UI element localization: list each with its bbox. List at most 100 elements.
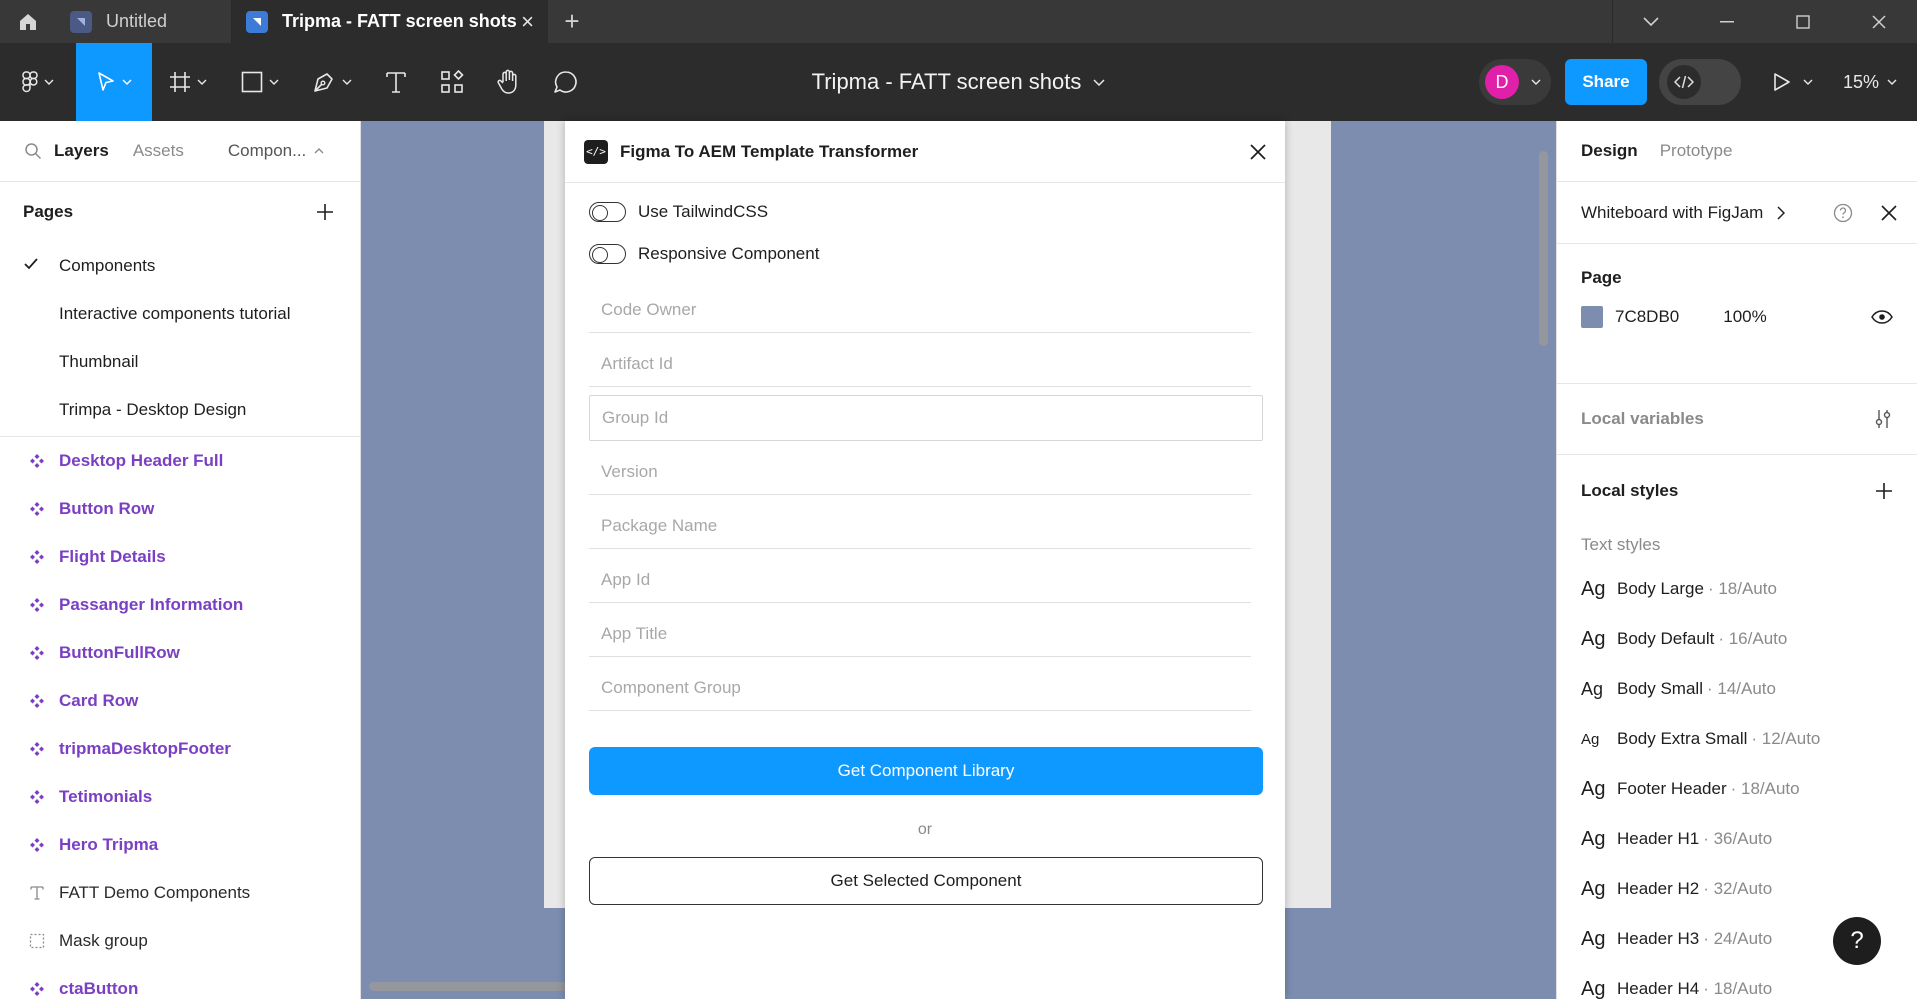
text-style-item[interactable]: Ag Header H2 · 32/Auto [1557,864,1917,914]
minimize-button[interactable] [1689,0,1765,43]
get-selected-component-button[interactable]: Get Selected Component [589,857,1263,905]
tab-untitled[interactable]: Untitled [56,0,232,43]
text-style-item[interactable]: Ag Body Small · 14/Auto [1557,664,1917,714]
help-circle-icon[interactable] [1833,203,1853,223]
component-icon [27,741,47,757]
version-field[interactable]: Version [589,449,1251,495]
eye-icon[interactable] [1871,310,1893,324]
chevron-down-icon[interactable] [1093,78,1105,86]
tailwind-toggle-row[interactable]: Use TailwindCSS [565,191,1285,233]
figma-file-icon [70,10,92,33]
help-button[interactable]: ? [1833,917,1881,965]
component-group-field[interactable]: Component Group [589,665,1251,711]
close-icon[interactable] [1249,143,1267,161]
tab-prototype[interactable]: Prototype [1660,141,1733,161]
page-section-title: Page [1581,268,1622,287]
get-component-library-button[interactable]: Get Component Library [589,747,1263,795]
group-id-field[interactable]: Group Id [589,395,1263,441]
resources-tool-button[interactable] [424,43,480,121]
package-name-field[interactable]: Package Name [589,503,1251,549]
window-close-button[interactable] [1841,0,1917,43]
layer-item[interactable]: Desktop Header Full [0,437,360,485]
layer-item[interactable]: Passanger Information [0,581,360,629]
text-style-preview: Ag [1581,927,1606,950]
page-item-interactive-components-tutorial[interactable]: Interactive components tutorial [0,290,360,338]
maximize-button[interactable] [1765,0,1841,43]
figjam-banner[interactable]: Whiteboard with FigJam [1557,182,1917,244]
mask-icon [27,933,47,949]
tailwind-toggle[interactable] [589,202,626,222]
tabs-dropdown-button[interactable] [1613,0,1689,43]
page-color-swatch[interactable] [1581,306,1603,328]
layer-item[interactable]: Button Row [0,485,360,533]
dev-mode-toggle[interactable] [1658,59,1741,105]
text-style-meta: · 12/Auto [1751,729,1821,748]
components-page-dropdown[interactable]: Compon... [228,141,324,161]
responsive-toggle[interactable] [589,244,626,264]
vertical-scrollbar[interactable] [1539,151,1548,346]
text-style-item[interactable]: Ag Body Large · 18/Auto [1557,564,1917,614]
artifact-id-field[interactable]: Artifact Id [589,341,1251,387]
plus-icon[interactable] [316,203,334,221]
page-label: Thumbnail [59,352,139,371]
layer-item[interactable]: ButtonFullRow [0,629,360,677]
plus-icon[interactable] [1875,482,1893,500]
share-button[interactable]: Share [1564,59,1647,105]
tab-tripma[interactable]: Tripma - FATT screen shots × [232,0,548,43]
text-style-meta: · 14/Auto [1706,679,1776,698]
responsive-toggle-row[interactable]: Responsive Component [565,233,1285,275]
component-icon [27,597,47,613]
layer-item[interactable]: tripmaDesktopFooter [0,725,360,773]
frame-tool-button[interactable] [152,43,224,121]
tab-assets[interactable]: Assets [133,141,184,161]
home-button[interactable] [0,0,56,43]
component-icon [27,645,47,661]
pen-tool-button[interactable] [296,43,368,121]
present-button[interactable] [1773,72,1813,92]
local-variables-label: Local variables [1581,409,1704,428]
layer-item[interactable]: ctaButton [0,965,360,999]
hand-tool-button[interactable] [480,43,536,121]
page-color-row[interactable]: 7C8DB0 100% [1557,306,1917,328]
shape-tool-button[interactable] [224,43,296,121]
app-title-field[interactable]: App Title [589,611,1251,657]
page-item-trimpa-desktop-design[interactable]: Trimpa - Desktop Design [0,386,360,434]
text-tool-button[interactable] [368,43,424,121]
tab-layers[interactable]: Layers [54,141,109,161]
document-title[interactable]: Tripma - FATT screen shots [812,69,1082,95]
layer-item[interactable]: Flight Details [0,533,360,581]
comment-tool-button[interactable] [536,43,596,121]
page-item-components[interactable]: Components [0,242,360,290]
text-style-name: Body Small [1617,679,1703,698]
text-style-item[interactable]: Ag Footer Header · 18/Auto [1557,764,1917,814]
app-id-field[interactable]: App Id [589,557,1251,603]
code-owner-field[interactable]: Code Owner [589,287,1251,333]
page-label: Components [59,256,156,275]
main-menu-button[interactable] [0,43,76,121]
layer-item[interactable]: Hero Tripma [0,821,360,869]
text-style-item[interactable]: Ag Body Extra Small · 12/Auto [1557,714,1917,764]
page-item-thumbnail[interactable]: Thumbnail [0,338,360,386]
multiplayer-menu[interactable]: D [1478,59,1551,105]
layer-item[interactable]: Tetimonials [0,773,360,821]
zoom-menu[interactable]: 15% [1843,72,1897,93]
page-color-value[interactable]: 7C8DB0 [1615,307,1679,327]
tab-design[interactable]: Design [1581,141,1638,161]
layer-item[interactable]: Card Row [0,677,360,725]
pages-title: Pages [23,202,74,221]
layer-label: Card Row [59,691,139,710]
text-style-item[interactable]: Ag Header H4 · 18/Auto [1557,964,1917,999]
search-icon[interactable] [24,142,42,160]
text-style-name: Body Default [1617,629,1715,648]
text-style-item[interactable]: Ag Header H1 · 36/Auto [1557,814,1917,864]
close-icon[interactable] [1881,204,1897,221]
variables-icon[interactable] [1873,409,1893,429]
page-opacity-value[interactable]: 100% [1723,307,1766,327]
text-style-item[interactable]: Ag Body Default · 16/Auto [1557,614,1917,664]
tab-close-icon[interactable]: × [521,9,534,35]
layer-item[interactable]: Mask group [0,917,360,965]
local-variables-row[interactable]: Local variables [1557,384,1917,455]
new-tab-button[interactable]: + [548,0,596,43]
move-tool-button[interactable] [76,43,152,121]
layer-item[interactable]: FATT Demo Components [0,869,360,917]
